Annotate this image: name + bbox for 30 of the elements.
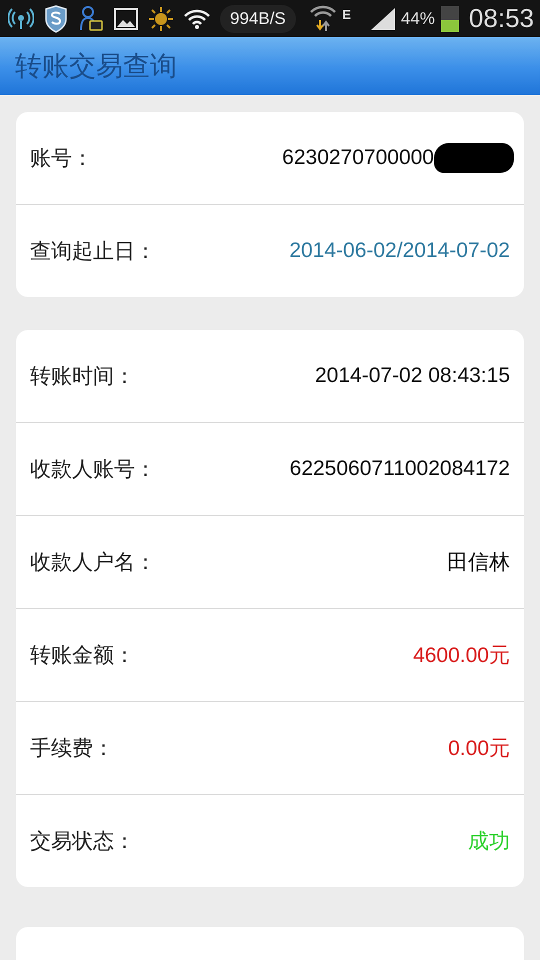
field-label: 转账金额： — [30, 642, 135, 669]
field-value: 4600.00元 — [413, 643, 510, 669]
battery-icon — [440, 6, 459, 32]
field-value: 2014-06-02/2014-07-02 — [289, 239, 510, 263]
field-value: 田信林 — [447, 550, 510, 576]
network-speed: 994B/S — [220, 4, 296, 32]
clock: 08:53 — [468, 3, 534, 34]
field-label: 手续费： — [30, 735, 114, 762]
field-value: 成功 — [468, 829, 510, 855]
field-value: 2014-07-02 08:43:15 — [315, 364, 510, 388]
field-label: 转账时间： — [30, 363, 135, 390]
field-value: 0.00元 — [448, 736, 510, 762]
battery-percent: 44% — [400, 8, 435, 28]
field-label: 账号： — [30, 145, 93, 172]
field-label: 交易状态： — [30, 828, 135, 855]
wifi-icon — [184, 8, 210, 30]
chat-person-icon — [78, 4, 104, 32]
field-value: 6225060711002084172 — [290, 457, 510, 481]
field-label: 查询起止日： — [30, 238, 156, 265]
field-value: 6230270700000 — [282, 146, 434, 170]
wifi-transfer-icon — [310, 4, 336, 32]
hotspot-icon — [8, 6, 34, 32]
image-icon — [114, 8, 138, 30]
signal-icon — [370, 8, 395, 30]
network-type: E — [342, 7, 351, 22]
field-label: 收款人户名： — [30, 549, 156, 576]
field-label: 收款人账号： — [30, 456, 156, 483]
shield-icon — [44, 4, 68, 32]
brightness-icon — [148, 6, 174, 32]
page-title: 转账交易查询 — [15, 50, 177, 84]
